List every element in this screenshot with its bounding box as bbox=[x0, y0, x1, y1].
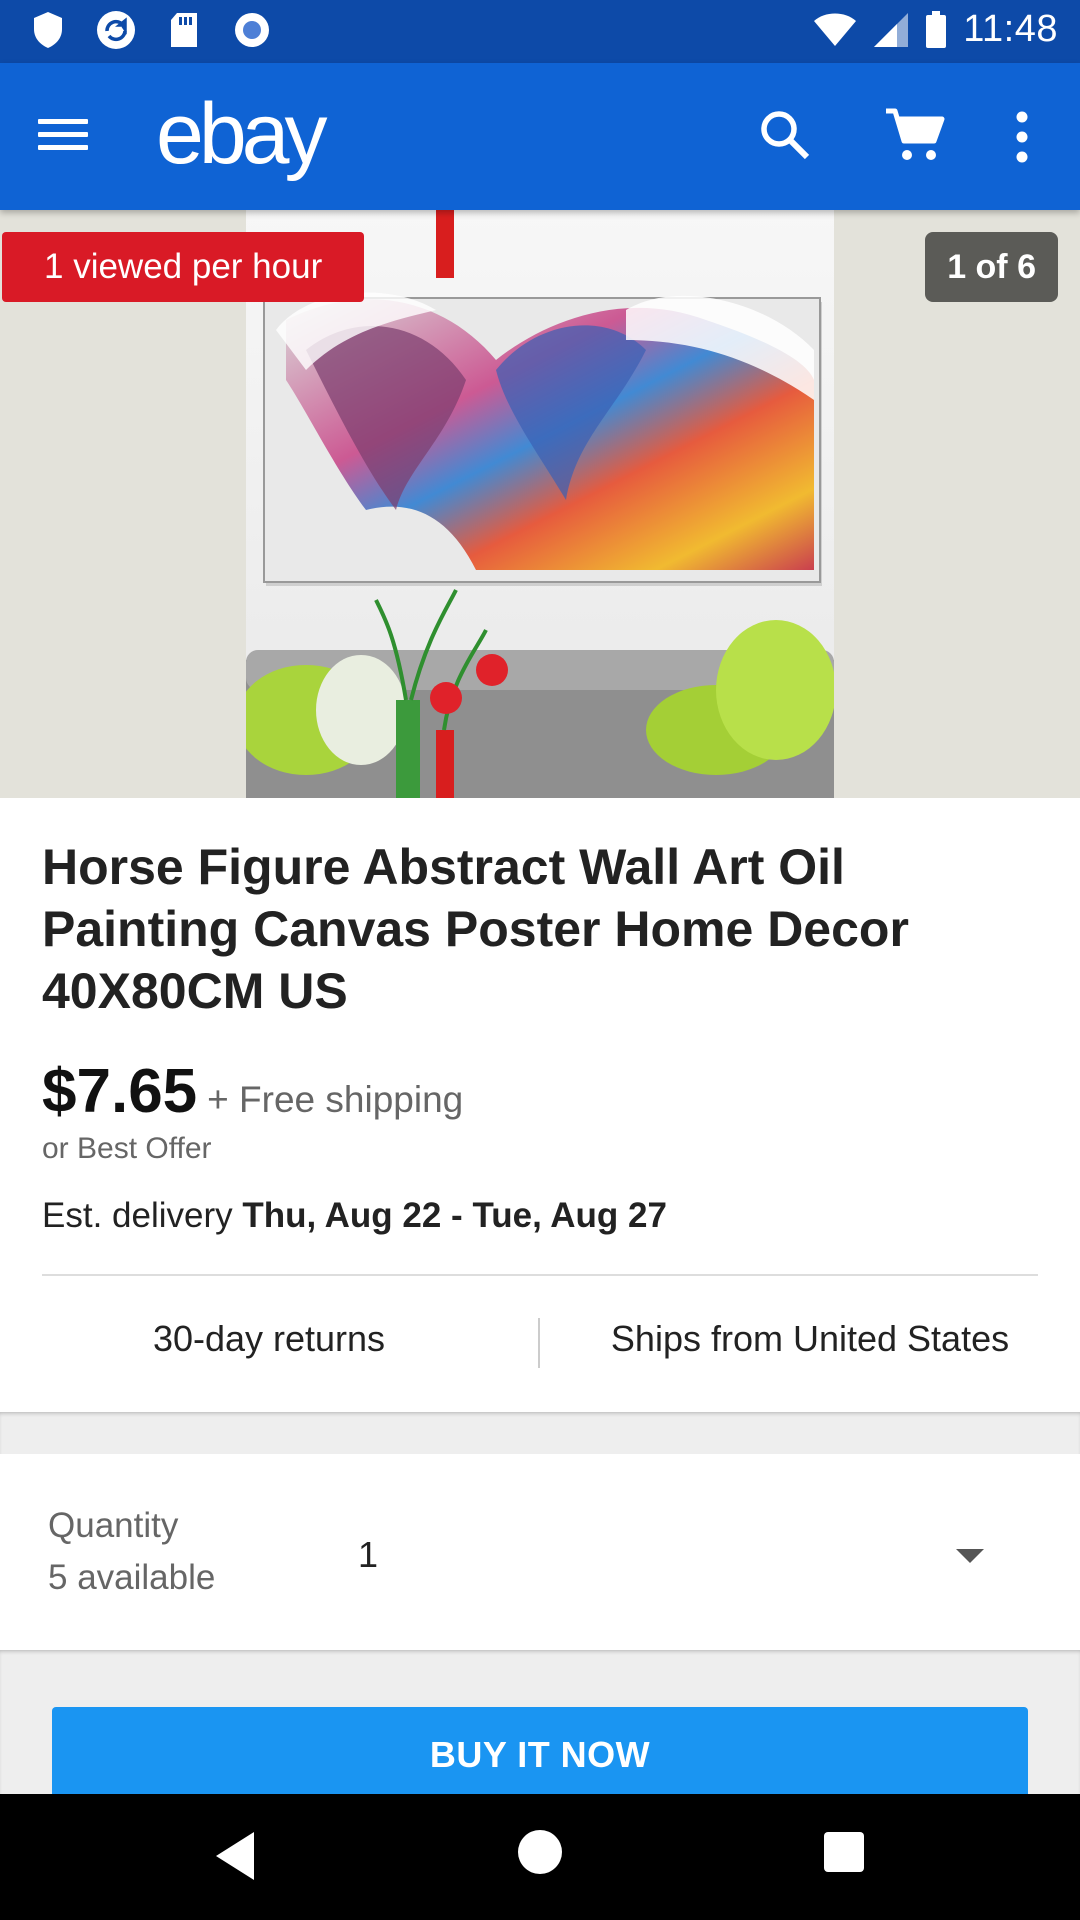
wifi-icon bbox=[814, 13, 857, 46]
listing-details: Horse Figure Abstract Wall Art Oil Paint… bbox=[0, 798, 1080, 1412]
cart-icon[interactable] bbox=[882, 105, 946, 165]
menu-icon[interactable] bbox=[38, 111, 108, 161]
record-icon bbox=[232, 10, 272, 50]
battery-icon bbox=[926, 10, 947, 48]
views-badge: 1 viewed per hour bbox=[2, 232, 365, 302]
sd-card-icon bbox=[164, 10, 204, 50]
signal-icon bbox=[874, 12, 909, 47]
ebay-logo[interactable]: ebay bbox=[156, 85, 327, 184]
search-icon[interactable] bbox=[755, 105, 815, 165]
home-icon[interactable] bbox=[518, 1830, 562, 1874]
image-counter: 1 of 6 bbox=[925, 232, 1058, 302]
system-nav-bar bbox=[0, 1794, 1080, 1920]
listing-title: Horse Figure Abstract Wall Art Oil Paint… bbox=[42, 839, 909, 1019]
shipping-info: + Free shipping bbox=[207, 1079, 464, 1120]
dropdown-arrow-icon[interactable] bbox=[956, 1549, 984, 1563]
quantity-label: Quantity bbox=[48, 1506, 179, 1545]
delivery-label: Est. delivery bbox=[42, 1196, 233, 1235]
clock: 11:48 bbox=[963, 8, 1058, 50]
back-icon[interactable] bbox=[216, 1832, 254, 1880]
section-gap bbox=[0, 1412, 1080, 1454]
delivery-estimate: Est. delivery Thu, Aug 22 - Tue, Aug 27 bbox=[42, 1196, 667, 1236]
quantity-selector[interactable]: Quantity 5 available 1 bbox=[0, 1454, 1080, 1650]
price-row: $7.65 + Free shipping bbox=[42, 1056, 463, 1127]
recents-icon[interactable] bbox=[824, 1832, 864, 1872]
quantity-available: 5 available bbox=[48, 1558, 216, 1597]
app-bar: ebay bbox=[0, 63, 1080, 210]
sync-icon bbox=[96, 10, 136, 50]
buy-it-now-button[interactable]: BUY IT NOW bbox=[52, 1707, 1028, 1803]
ships-from-info[interactable]: Ships from United States bbox=[540, 1318, 1080, 1360]
more-vert-icon[interactable] bbox=[1000, 105, 1044, 169]
quantity-value[interactable]: 1 bbox=[358, 1534, 378, 1576]
divider bbox=[42, 1274, 1038, 1276]
status-bar: 11:48 bbox=[0, 0, 1080, 63]
product-image-carousel[interactable]: 1 viewed per hour 1 of 6 bbox=[0, 210, 1080, 798]
price: $7.65 bbox=[42, 1057, 198, 1126]
delivery-dates: Thu, Aug 22 - Tue, Aug 27 bbox=[242, 1196, 667, 1235]
shield-icon bbox=[28, 10, 68, 50]
best-offer-text: or Best Offer bbox=[42, 1132, 212, 1165]
returns-info[interactable]: 30-day returns bbox=[0, 1318, 538, 1360]
